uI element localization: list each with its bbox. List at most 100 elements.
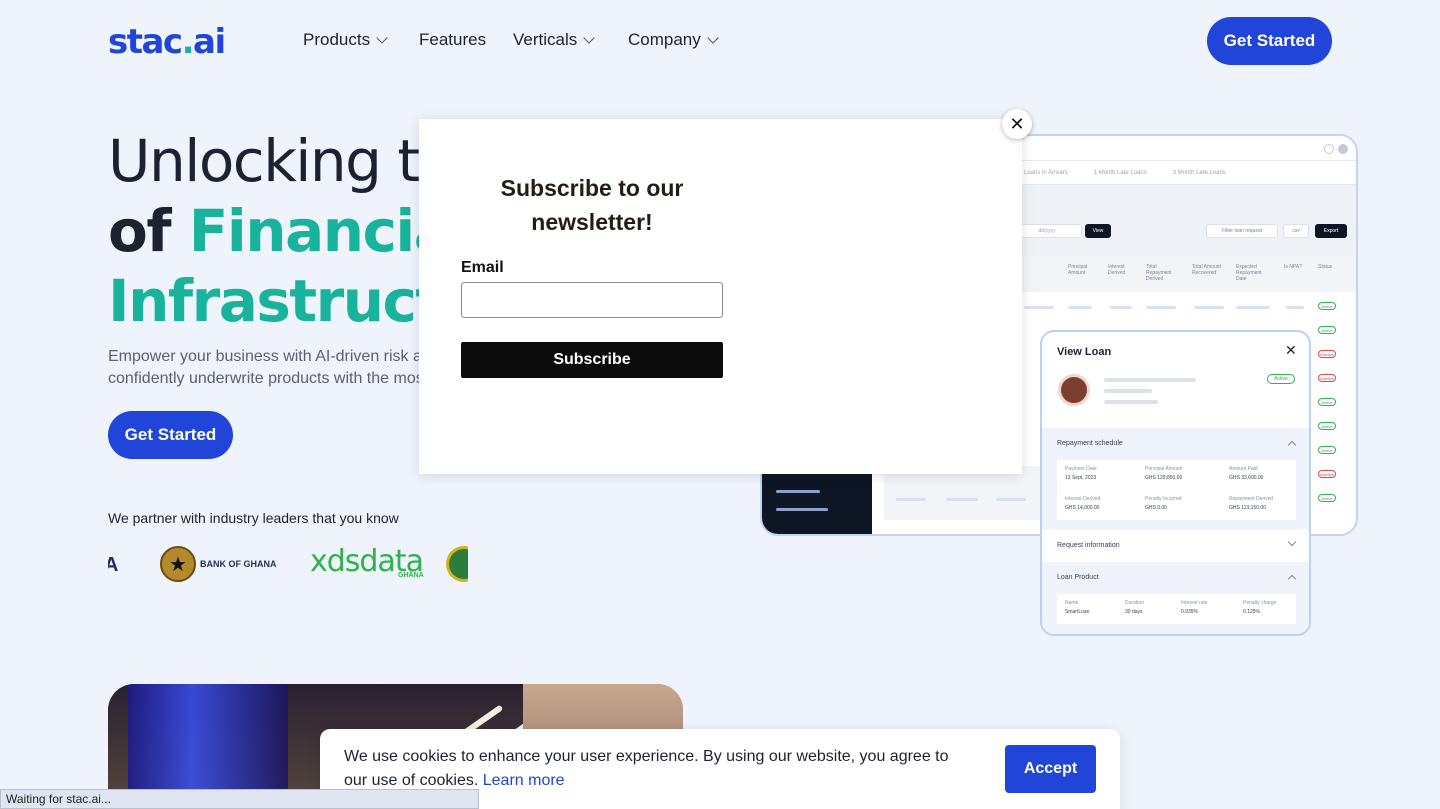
field-label: Interest Derived: [1065, 496, 1101, 502]
partners-label: We partner with industry leaders that yo…: [108, 510, 399, 526]
placeholder-line: [1104, 378, 1196, 382]
status-badge: Inactive: [1318, 350, 1336, 358]
chevron-down-icon: [583, 31, 595, 44]
request-section-label[interactable]: Request information: [1057, 542, 1120, 549]
filter-select[interactable]: Filter loan request: [1206, 224, 1278, 238]
field-label: Principal Amount: [1145, 466, 1183, 472]
avatar: [1058, 374, 1090, 406]
field-value: 0.035%: [1181, 609, 1198, 615]
field-value: 0.125%: [1243, 609, 1260, 615]
dashboard-tab[interactable]: Loans in Arrears: [1024, 170, 1068, 176]
table-footer: [884, 466, 1044, 520]
status-badge: Active: [1267, 374, 1295, 384]
chevron-down-icon: [376, 31, 388, 44]
column-header: Principal Amount: [1068, 264, 1088, 276]
loan-product-section-label[interactable]: Loan Product: [1057, 574, 1099, 581]
field-value: GHS 33,600.00: [1229, 475, 1264, 481]
status-badge: Active: [1318, 422, 1336, 430]
field-label: Payment Date: [1065, 466, 1097, 472]
status-badge: Inactive: [1318, 374, 1336, 382]
top-nav: stac.ai Products Features Verticals Comp…: [0, 0, 1440, 82]
logo[interactable]: stac.ai: [108, 22, 226, 62]
nav-products[interactable]: Products: [303, 30, 388, 50]
sidebar-item[interactable]: [776, 508, 828, 511]
status-badge: Active: [1318, 494, 1336, 502]
partner-bank-of-ghana: ★ BANK OF GHANA: [160, 546, 277, 582]
request-section: Request information: [1042, 530, 1309, 562]
loan-product-section: Loan Product Name SmartLoan Duration 30 …: [1042, 562, 1309, 634]
field-value: GHS 113,150.00: [1229, 505, 1266, 511]
subscribe-button[interactable]: Subscribe: [461, 342, 723, 378]
dashboard-sidebar: [762, 472, 872, 534]
status-badge: Active: [1318, 446, 1336, 454]
status-badge: Active: [1318, 302, 1336, 310]
nav-verticals-label: Verticals: [513, 30, 578, 49]
table-row: [1068, 306, 1092, 309]
column-header: Expected Repayment Date: [1236, 264, 1262, 282]
table-row: [1024, 306, 1054, 309]
field-label: Interest rate: [1181, 600, 1208, 606]
column-header: Total Repayment Derived: [1146, 264, 1172, 282]
csv-select[interactable]: csv: [1283, 224, 1309, 238]
status-badge: Active: [1318, 398, 1336, 406]
logo-dot: .: [181, 22, 195, 62]
newsletter-modal: Subscribe to our newsletter! Email Subsc…: [419, 119, 1022, 474]
column-header: Total Amount Recovered: [1192, 264, 1221, 276]
close-icon[interactable]: ✕: [1002, 109, 1032, 139]
accept-button[interactable]: Accept: [1005, 745, 1096, 793]
window-dot-icon: [1338, 144, 1348, 154]
chevron-down-icon: [707, 31, 719, 44]
view-loan-card: View Loan ✕ Active Repayment schedule Pa…: [1040, 330, 1311, 636]
partner-bank-of-ghana-label: BANK OF GHANA: [200, 559, 277, 569]
dashboard-tab[interactable]: 1 Month Late Loans: [1094, 170, 1147, 176]
field-value: GHS 14,000.00: [1065, 505, 1100, 511]
placeholder-line: [1104, 400, 1158, 404]
nav-features[interactable]: Features: [419, 30, 486, 50]
partner-xdsdata: xdsdata GHANA: [310, 544, 424, 579]
sidebar-item[interactable]: [776, 490, 820, 493]
close-icon[interactable]: ✕: [1285, 342, 1297, 359]
browser-status-bar: Waiting for stac.ai...: [0, 789, 479, 809]
hero-title-line-2-prefix: of: [108, 197, 189, 265]
dashboard-tab[interactable]: 3 Month Late Loans: [1173, 170, 1226, 176]
field-label: Name: [1065, 600, 1079, 606]
table-row: [1286, 306, 1304, 309]
repayment-section-label[interactable]: Repayment schedule: [1057, 440, 1123, 447]
chevron-down-icon[interactable]: [1287, 537, 1297, 547]
chevron-up-icon[interactable]: [1287, 574, 1297, 584]
column-header: Interest Derived: [1108, 264, 1126, 276]
table-row: [1236, 306, 1270, 309]
nav-company[interactable]: Company: [628, 30, 719, 50]
column-header: Status: [1318, 264, 1333, 270]
cookie-text: We use cookies to enhance your user expe…: [344, 748, 949, 789]
seal-icon: [446, 546, 468, 582]
view-button[interactable]: View: [1085, 224, 1111, 238]
email-field[interactable]: [461, 282, 723, 318]
field-value: 30 days: [1125, 609, 1143, 615]
field-value: 13 Sept, 2023: [1065, 475, 1097, 481]
window-dot-icon: [1324, 144, 1334, 154]
nav-company-label: Company: [628, 30, 701, 49]
partner-xdsdata-sub: GHANA: [398, 572, 424, 579]
date-input[interactable]: dd/yyyy: [1012, 224, 1082, 238]
table-row: [1194, 306, 1224, 309]
column-header: Is NPA?: [1284, 264, 1302, 270]
learn-more-link[interactable]: Learn more: [483, 772, 565, 789]
newsletter-title: Subscribe to our newsletter!: [500, 175, 684, 235]
cookie-text-block: We use cookies to enhance your user expe…: [344, 745, 974, 793]
table-row: [946, 498, 978, 501]
partner-seal: [446, 546, 468, 582]
view-loan-title: View Loan: [1057, 346, 1112, 358]
hero-get-started-button[interactable]: Get Started: [108, 411, 233, 459]
chevron-up-icon[interactable]: [1287, 440, 1297, 450]
nav-get-started-button[interactable]: Get Started: [1207, 17, 1332, 65]
export-button[interactable]: Export: [1315, 224, 1347, 238]
field-label: Penalty charge: [1243, 600, 1277, 606]
dashboard-tabs: Loans in Arrears 1 Month Late Loans 3 Mo…: [1024, 170, 1226, 176]
table-row: [1146, 306, 1176, 309]
email-label: Email: [461, 259, 504, 276]
field-value: GHS 0.00: [1145, 505, 1167, 511]
logo-suffix: ai: [193, 22, 226, 62]
nav-verticals[interactable]: Verticals: [513, 30, 595, 50]
loan-product-details: Name SmartLoan Duration 30 days Interest…: [1057, 594, 1296, 624]
